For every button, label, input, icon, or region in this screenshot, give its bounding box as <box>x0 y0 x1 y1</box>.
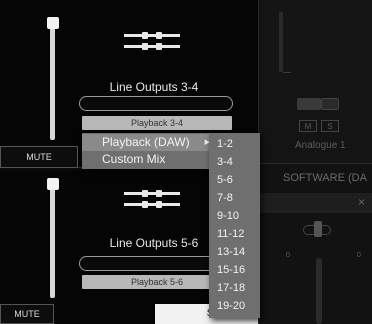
menu-item-custom-mix[interactable]: Custom Mix <box>82 151 218 168</box>
submenu-item[interactable]: 13-14 <box>209 244 260 261</box>
source-dropdown-menu: Playback (DAW) ▶ Custom Mix <box>82 133 218 169</box>
section-header: SOFTWARE (DA <box>283 172 367 184</box>
output-name-field[interactable] <box>79 96 233 111</box>
close-icon[interactable]: × <box>358 195 365 209</box>
submenu-item[interactable]: 11-12 <box>209 226 260 243</box>
header-bar <box>259 193 372 213</box>
submenu-item[interactable]: 9-10 <box>209 208 260 225</box>
volume-fader-knob[interactable] <box>47 178 59 190</box>
daw-channel-submenu: 1-2 3-4 5-6 7-8 9-10 11-12 13-14 15-16 1… <box>209 133 260 318</box>
menu-item-playback-daw[interactable]: Playback (DAW) ▶ <box>82 134 218 151</box>
menu-item-label: Playback (DAW) <box>102 135 190 149</box>
mix-fader-track <box>316 258 322 324</box>
mute-button[interactable]: MUTE <box>0 146 78 168</box>
cable-icon <box>124 32 180 50</box>
submenu-item[interactable]: 15-16 <box>209 262 260 279</box>
background-mixer-column: M S Analogue 1 SOFTWARE (DA × 0 0 <box>258 0 372 324</box>
submenu-item[interactable]: 1-2 <box>209 136 260 153</box>
scale-zero-right: 0 <box>357 252 361 259</box>
submenu-item[interactable]: 17-18 <box>209 280 260 297</box>
menu-item-label: Custom Mix <box>102 152 166 166</box>
submenu-item[interactable]: 3-4 <box>209 154 260 171</box>
source-selector[interactable]: Playback 3-4 <box>82 116 232 130</box>
analogue-channel-strip: M S Analogue 1 <box>259 0 372 163</box>
fader-track <box>279 12 283 72</box>
channel-label: Analogue 1 <box>295 140 346 151</box>
submenu-item[interactable]: 7-8 <box>209 190 260 207</box>
toggle-switch-right[interactable] <box>321 98 339 110</box>
cable-icon <box>124 190 180 208</box>
volume-fader-track <box>50 182 55 298</box>
toggle-switch[interactable] <box>297 98 321 110</box>
submenu-item[interactable]: 5-6 <box>209 172 260 189</box>
fader-tick <box>283 72 291 73</box>
m-toggle-button[interactable]: M <box>299 120 317 132</box>
scale-zero-left: 0 <box>286 252 290 259</box>
volume-fader-track <box>50 24 55 140</box>
volume-fader-knob[interactable] <box>47 17 59 29</box>
mute-button[interactable]: MUTE <box>0 304 54 324</box>
pan-knob[interactable] <box>314 221 322 237</box>
output-label: Line Outputs 3-4 <box>109 80 199 94</box>
s-toggle-button[interactable]: S <box>321 120 339 132</box>
submenu-item[interactable]: 19-20 <box>209 298 260 315</box>
divider <box>259 163 372 164</box>
